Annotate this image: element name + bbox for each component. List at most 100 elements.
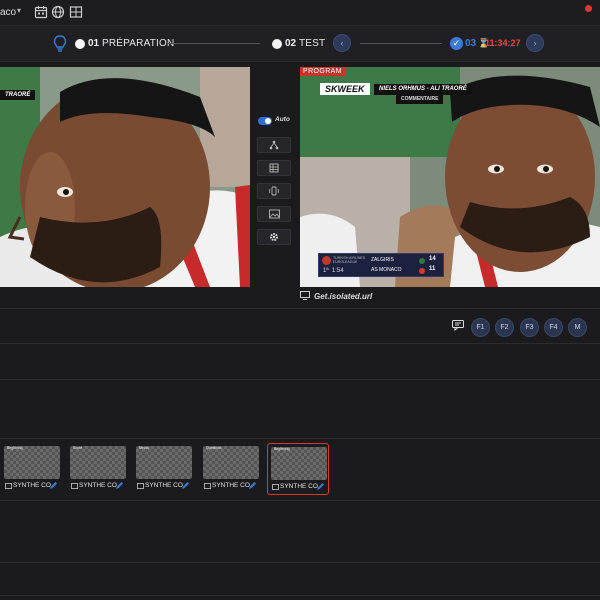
step-1-indicator[interactable] — [75, 39, 85, 49]
grid-icon — [269, 163, 279, 173]
f1-key-button[interactable]: F1 — [471, 318, 490, 337]
network-button[interactable] — [257, 137, 291, 153]
recording-indicator — [585, 5, 592, 12]
gear-icon — [270, 233, 278, 241]
row-divider — [0, 500, 600, 501]
card-thumbnail: Beginning — [271, 447, 327, 480]
step-1-label[interactable]: PRÉPARATION — [102, 38, 174, 49]
preview-video[interactable]: TRAORÉ — [0, 67, 250, 287]
scoreboard-score-2: 11 — [429, 266, 436, 272]
f3-key-button[interactable]: F3 — [520, 318, 539, 337]
section-divider — [0, 308, 600, 309]
step-connector — [168, 43, 260, 44]
step-2-number: 02 — [285, 38, 297, 49]
edit-pencil-icon[interactable] — [248, 481, 257, 490]
graphic-card[interactable]: Questions SYNTHE CO — [200, 443, 262, 495]
graphic-icon — [5, 483, 12, 489]
row-divider — [0, 562, 600, 563]
lower-third-name: NIELS ORHMUS - ALI TRAORÉ — [374, 84, 472, 95]
graphic-icon — [137, 483, 144, 489]
top-bar: aco ▾ — [0, 0, 600, 26]
card-label: SYNTHE CO — [212, 482, 250, 489]
globe-icon[interactable] — [51, 5, 65, 19]
scoreboard-clock: 1ª 1:54 — [323, 268, 344, 274]
card-label: SYNTHE CO — [13, 482, 51, 489]
step-2-label[interactable]: TEST — [299, 38, 325, 49]
card-thumb-label: Questions — [206, 446, 222, 450]
program-tag: PROGRAM — [300, 67, 345, 76]
settings-button[interactable] — [257, 229, 291, 245]
program-video[interactable]: PROGRAM SKWEEK NIELS ORHMUS - ALI TRAORÉ… — [300, 67, 600, 287]
scoreboard-time: 1:54 — [331, 268, 344, 274]
f2-key-button[interactable]: F2 — [495, 318, 514, 337]
row-divider — [0, 343, 600, 344]
card-label: SYNTHE CO — [280, 483, 318, 490]
competition-logo-icon — [322, 256, 331, 265]
chevron-icon: › — [533, 38, 537, 48]
calendar-icon[interactable] — [34, 5, 48, 19]
scoreboard: TURKISH AIRLINES EUROLEAGUE 1ª 1:54 ZALG… — [318, 253, 444, 277]
row-divider — [0, 595, 600, 596]
lightbulb-icon[interactable] — [52, 34, 68, 54]
edit-pencil-icon[interactable] — [49, 481, 58, 490]
team-2-logo-icon — [419, 268, 425, 274]
auto-toggle[interactable] — [258, 117, 272, 125]
scoreboard-team-1: ZALGIRIS — [371, 257, 394, 263]
image-button[interactable] — [257, 206, 291, 222]
graphic-card[interactable]: Mezzo SYNTHE CO — [133, 443, 195, 495]
graphic-icon — [204, 483, 211, 489]
check-icon[interactable]: ✓ — [450, 37, 463, 50]
graphic-icon — [272, 484, 279, 490]
card-thumbnail: Mezzo — [136, 446, 192, 479]
layout-icon[interactable] — [69, 5, 83, 19]
step-3-number: 03 — [465, 38, 477, 49]
network-icon — [269, 140, 279, 150]
card-label: SYNTHE CO — [79, 482, 117, 489]
card-thumbnail: Beginning — [4, 446, 60, 479]
step-2-indicator[interactable] — [272, 39, 282, 49]
edit-pencil-icon[interactable] — [115, 481, 124, 490]
graphic-card[interactable]: Score SYNTHE CO — [67, 443, 129, 495]
preview-name-tag: TRAORÉ — [0, 90, 36, 100]
scoreboard-team-2: AS MONACO — [371, 267, 402, 273]
monitor-icon — [300, 291, 310, 300]
next-step-button[interactable]: › — [526, 34, 544, 52]
image-icon — [268, 209, 280, 219]
countdown-timer: 11:34:27 — [485, 38, 521, 48]
isolated-url-link[interactable]: Get.isolated.url — [314, 292, 372, 301]
card-thumb-label: Score — [73, 446, 83, 450]
row-divider — [0, 379, 600, 380]
team-1-logo-icon — [419, 258, 425, 264]
card-thumbnail: Questions — [203, 446, 259, 479]
graphic-card[interactable]: Beginning SYNTHE CO — [1, 443, 63, 495]
chat-icon[interactable] — [452, 320, 464, 331]
card-thumb-label: Beginning — [274, 447, 290, 451]
card-thumbnail: Score — [70, 446, 126, 479]
step-bar: 01 PRÉPARATION 02 TEST ‹ ✓ 03 ⌛ 11:34:27… — [0, 26, 600, 62]
lower-third-brand: SKWEEK — [320, 83, 370, 95]
card-label: SYNTHE CO — [145, 482, 183, 489]
edit-pencil-icon[interactable] — [316, 482, 325, 491]
auto-label: Auto — [275, 116, 290, 123]
step-connector — [360, 43, 442, 44]
app-name[interactable]: aco — [0, 7, 16, 18]
app-dropdown-caret-icon[interactable]: ▾ — [17, 6, 21, 15]
audio-icon — [269, 186, 279, 196]
graphic-card-active[interactable]: Beginning SYNTHE CO — [267, 443, 329, 495]
graphic-icon — [71, 483, 78, 489]
lower-third-role: COMMENTAIRE — [396, 95, 444, 104]
prev-step-button[interactable]: ‹ — [333, 34, 351, 52]
scoreboard-score-1: 14 — [429, 256, 436, 262]
switcher-controls: Auto — [250, 67, 300, 287]
scoreboard-period: 1ª — [323, 268, 329, 274]
m-key-button[interactable]: M — [568, 318, 587, 337]
program-footer: Get.isolated.url — [300, 287, 600, 307]
preview-frame-image — [0, 67, 250, 287]
scoreboard-competition: TURKISH AIRLINES EUROLEAGUE — [333, 256, 366, 264]
card-thumb-label: Mezzo — [139, 446, 150, 450]
audio-button[interactable] — [257, 183, 291, 199]
grid-button[interactable] — [257, 160, 291, 176]
card-thumb-label: Beginning — [7, 446, 23, 450]
f4-key-button[interactable]: F4 — [544, 318, 563, 337]
edit-pencil-icon[interactable] — [181, 481, 190, 490]
